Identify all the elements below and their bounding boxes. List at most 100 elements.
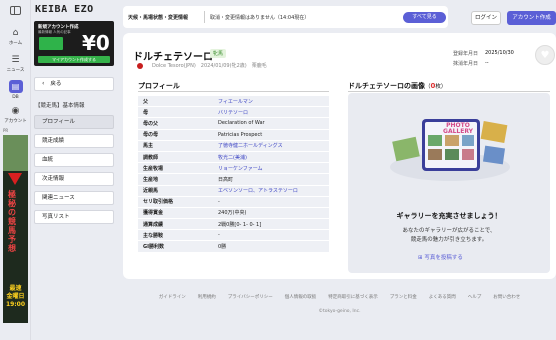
notice-label: 天候・馬場状態・変更情報 — [128, 15, 189, 21]
profile-value: Declaration of War — [213, 117, 329, 130]
horse-name: ドルチェテソーロ — [133, 52, 213, 63]
profile-row: 父フィエールマン — [138, 94, 329, 107]
profile-value: 0勝 — [213, 240, 329, 253]
nav-profile[interactable]: プロフィール — [34, 115, 114, 129]
rail-label: DB — [12, 95, 19, 100]
sidebar-toggle-icon[interactable] — [10, 6, 21, 15]
footer-link[interactable]: 特定商取引に基づく表示 — [328, 295, 378, 300]
japan-flag-icon — [137, 63, 143, 69]
home-icon: ⌂ — [12, 28, 19, 38]
footer-link[interactable]: ガイドライン — [159, 295, 186, 300]
nav-pedigree[interactable]: 血統 — [34, 153, 114, 167]
chevron-left-icon: ‹ — [42, 80, 45, 87]
plus-square-icon: ⊞ — [418, 255, 423, 261]
notice-message: 取消・変更情報はありません（14:04現在） — [210, 15, 310, 21]
profile-value[interactable]: バリテソーロ — [213, 106, 329, 118]
profile-row: 獲得賞金 240万(中央) — [138, 206, 329, 219]
ad-subtext: 最速 金曜日 19:00 — [5, 285, 26, 308]
profile-value: - — [213, 195, 329, 208]
footer-link[interactable]: お問い合わせ — [493, 295, 520, 300]
profile-row: 近親馬 エベソンソーロ、アトラステソーロ — [138, 184, 329, 197]
profile-row: 母バリテソーロ — [138, 106, 329, 118]
divider — [348, 91, 550, 92]
footer-links: ガイドライン 利用規約 プライバシーポリシー 個人情報の取扱 特定商取引に基づく表示 プラ… — [123, 294, 556, 300]
footer-link[interactable]: 個人情報の取扱 — [285, 295, 317, 300]
news-icon: ☰ — [11, 55, 20, 65]
profile-value[interactable]: 牧光二(美浦) — [213, 150, 329, 163]
profile-key: 母の父 — [138, 117, 213, 130]
left-rail: ⌂ ホーム ☰ ニュース ▤ DB ◉ アカウント PR 極秘の競馬予想 最速 金曜日 … — [0, 0, 31, 340]
gallery-subtext-1: あなたのギャラリーが広がることで、 — [402, 228, 496, 234]
footer-link[interactable]: プランと料金 — [390, 295, 417, 300]
deregistration-label: 抹消年月日 — [453, 61, 479, 67]
gallery-empty-panel: PHOTO GALLERY ギャラリーを充実させましょう！ あなたのギャラリーが… — [348, 93, 550, 273]
profile-key: 母 — [138, 106, 213, 118]
see-all-button[interactable]: すべて見る — [403, 12, 446, 23]
gallery-title: ドルチェテソーロの画像 — [348, 82, 425, 90]
user-icon: ◉ — [11, 106, 20, 116]
profile-value[interactable]: リョーケンファーム — [213, 162, 329, 174]
divider — [138, 91, 329, 92]
profile-value: - — [213, 229, 329, 241]
site-logo[interactable]: KEIBA EZO — [35, 4, 94, 15]
gallery-count-close: 枚） — [435, 84, 447, 90]
login-button[interactable]: ログイン — [471, 11, 501, 25]
profile-row: 母の父 Declaration of War — [138, 117, 329, 130]
profile-key: 父 — [138, 94, 213, 107]
create-account-button[interactable]: アカウント作成 — [507, 11, 556, 25]
profile-key: 調教師 — [138, 150, 213, 163]
photo-gallery-illustration: PHOTO GALLERY — [390, 119, 510, 181]
promo-subtitle: 最新情報 人気の記事 — [38, 30, 71, 34]
footer-link[interactable]: プライバシーポリシー — [228, 295, 273, 300]
rail-item-home[interactable]: ⌂ ホーム — [0, 28, 31, 46]
copyright: ©tokyo-geino, Inc. — [318, 309, 361, 314]
favorite-heart-icon[interactable]: ♥ — [535, 45, 555, 65]
side-advertisement[interactable]: 極秘の競馬予想 最速 金曜日 19:00 — [3, 135, 28, 323]
gallery-subtext-2: 競走馬の魅力が引き立ちます。 — [410, 237, 488, 243]
rail-label: ニュース — [6, 68, 25, 73]
nav-related-news[interactable]: 関連ニュース — [34, 191, 114, 205]
profile-key: 獲得賞金 — [138, 206, 213, 219]
profile-value[interactable]: エベソンソーロ、アトラステソーロ — [213, 184, 329, 197]
back-button[interactable]: ‹ 戻る — [34, 77, 114, 91]
rail-item-news[interactable]: ☰ ニュース — [0, 55, 31, 73]
promo-button[interactable]: マイアカウント作成する — [38, 56, 110, 63]
divider — [204, 11, 205, 23]
nav-race-results[interactable]: 競走成績 — [34, 134, 114, 148]
profile-key: セリ取引価格 — [138, 195, 213, 208]
promo-price: ¥0 — [82, 31, 110, 55]
horse-subline: Dolce Tesoro(JPN) 2024/01/09(牝2歳) 栗鹿毛 — [152, 63, 267, 69]
profile-row: 調教師 牧光二(美浦) — [138, 150, 329, 163]
signup-promo-banner[interactable]: 新規アカウント作成 最新情報 人気の記事 ¥0 マイアカウント作成する — [34, 21, 114, 66]
profile-row: 馬主 了徳寺健二ホールディングス — [138, 139, 329, 152]
rail-item-account[interactable]: ◉ アカウント — [0, 106, 31, 124]
footer-link[interactable]: よくある質問 — [429, 295, 456, 300]
main-content: 天候・馬場状態・変更情報 取消・変更情報はありません（14:04現在） すべて見… — [123, 6, 556, 340]
profile-row: 主な勝鞍 - — [138, 229, 329, 241]
profile-row: 生産牧場 リョーケンファーム — [138, 162, 329, 174]
profile-key: 生産牧場 — [138, 162, 213, 174]
registration-label: 登録年月日 — [453, 51, 479, 57]
profile-key: 近親馬 — [138, 184, 213, 197]
profile-table: 父フィエールマン母バリテソーロ 母の父 Declaration of War 母の母 P… — [138, 94, 329, 253]
post-photo-label: 写真を投稿する — [424, 255, 463, 261]
profile-key: 母の母 — [138, 128, 213, 141]
profile-value[interactable]: フィエールマン — [213, 94, 329, 107]
rail-item-db[interactable]: ▤ DB — [0, 80, 31, 100]
post-photo-link[interactable]: ⊞ 写真を投稿する — [418, 253, 463, 261]
profile-row: 通算成績 2戦0勝[0- 1- 0- 1] — [138, 218, 329, 230]
ad-text: 極秘の競馬予想 — [8, 190, 16, 253]
nav-photo-list[interactable]: 写真リスト — [34, 210, 114, 224]
profile-row: 母の母 Patricias Prospect — [138, 128, 329, 141]
footer-link[interactable]: ヘルプ — [468, 295, 482, 300]
sex-badge: 牝馬 — [210, 49, 227, 58]
footer-link[interactable]: 利用規約 — [198, 295, 216, 300]
profile-key: GI勝利数 — [138, 240, 213, 253]
section-title: 【競走馬】基本情報 — [35, 103, 85, 109]
profile-value: 2戦0勝[0- 1- 0- 1] — [213, 218, 329, 230]
nav-next-race[interactable]: 次走情報 — [34, 172, 114, 186]
profile-value: 240万(中央) — [213, 206, 329, 219]
profile-value[interactable]: 了徳寺健二ホールディングス — [213, 139, 329, 152]
ad-photo — [3, 135, 28, 171]
ad-label: PR — [3, 128, 9, 133]
